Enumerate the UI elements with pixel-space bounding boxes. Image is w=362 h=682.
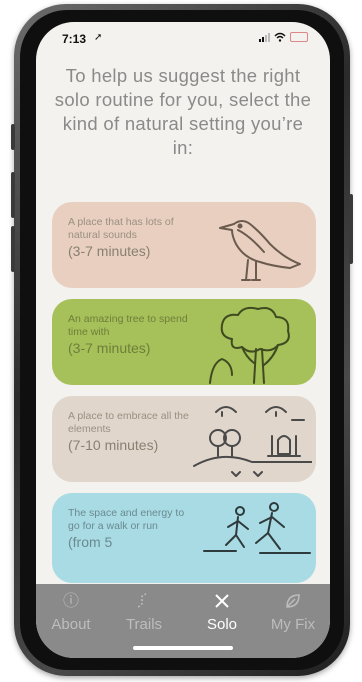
app-screen: 7:13 ➚ To help us suggest the right solo… [36,22,330,658]
card-title: The space and energy to go for a walk or… [68,507,185,532]
tab-label: About [51,616,91,633]
card-duration: (3-7 minutes) [68,243,151,259]
card-embrace-elements[interactable]: A place to embrace all the elements (7-1… [52,396,316,482]
card-natural-sounds[interactable]: A place that has lots of natural sounds … [52,202,316,288]
tab-label: My Fix [270,616,316,633]
card-title: An amazing tree to spend time with [68,313,188,338]
card-duration: (7-10 minutes) [68,437,159,453]
power-button [349,194,353,264]
status-bar: 7:13 ➚ [36,22,330,52]
trails-icon [109,592,179,612]
volume-up-button [11,172,15,218]
runner-icon [203,502,311,554]
tab-trails[interactable]: Trails [109,592,179,633]
card-title: A place that has lots of natural sounds [68,216,174,241]
tab-label: Solo [206,616,238,633]
setting-prompt: To help us suggest the right solo routin… [54,65,312,158]
card-walk-run[interactable]: The space and energy to go for a walk or… [52,493,316,583]
home-indicator [133,646,233,650]
elements-icon [193,406,312,477]
close-icon [187,592,257,612]
card-amazing-tree[interactable]: An amazing tree to spend time with (3-7 … [52,299,316,385]
location-arrow-icon: ➚ [94,32,103,43]
tab-label: Trails [125,616,163,633]
card-duration: (from 5 [68,534,113,550]
status-time: 7:13 [62,32,87,46]
signal-icon [259,32,270,42]
leaf-icon [258,592,328,612]
card-title: A place to embrace all the elements [68,410,189,435]
tab-bar: ⓘ About Trails Solo My Fix [36,584,330,658]
tab-my-fix[interactable]: My Fix [258,592,328,633]
bird-icon [219,220,301,281]
card-duration: (3-7 minutes) [68,340,151,356]
info-icon: ⓘ [62,593,79,610]
tab-about[interactable]: ⓘ About [36,592,106,633]
mute-switch [11,124,15,150]
tab-solo[interactable]: Solo [187,592,257,633]
battery-icon [290,32,308,42]
tree-icon [209,306,290,384]
wifi-icon [274,32,286,42]
volume-down-button [11,226,15,272]
